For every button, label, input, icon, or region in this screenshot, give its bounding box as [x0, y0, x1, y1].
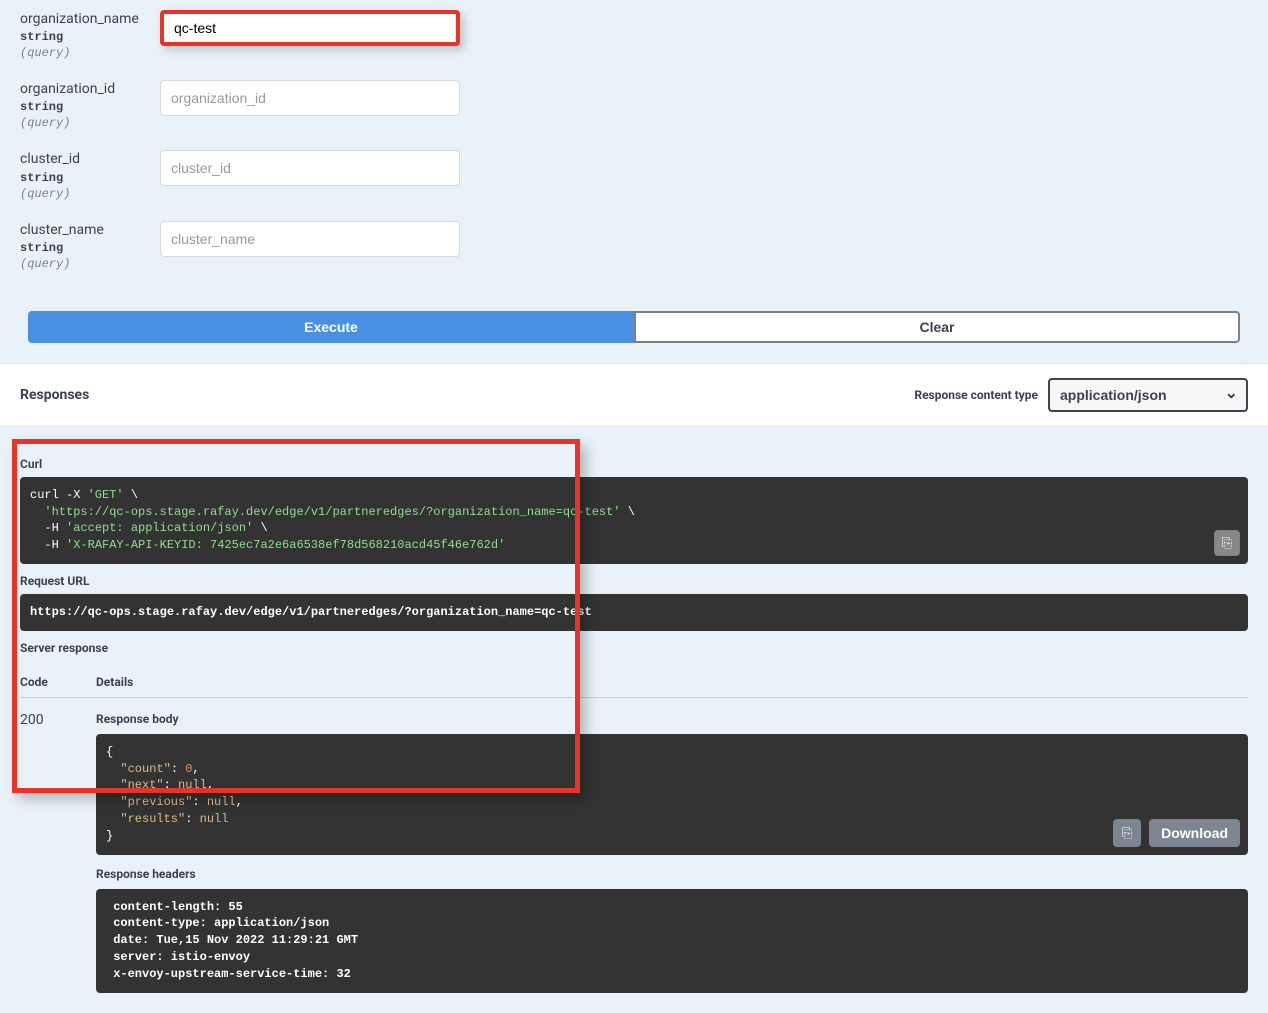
param-in: (query)	[20, 116, 160, 130]
param-label: organization_namestring (query)	[20, 10, 160, 60]
copy-icon[interactable]: ⎘	[1214, 530, 1240, 556]
execute-button[interactable]: Execute	[28, 311, 634, 343]
clear-button[interactable]: Clear	[634, 311, 1240, 343]
responses-header: Responses Response content type applicat…	[0, 363, 1268, 427]
param-name: cluster_name	[20, 221, 160, 239]
content-type-label: Response content type	[914, 388, 1038, 402]
request-url-code: https://qc-ops.stage.rafay.dev/edge/v1/p…	[20, 594, 1248, 631]
curl-label: Curl	[20, 457, 1248, 471]
cluster_name-input[interactable]	[160, 221, 460, 257]
server-response-label: Server response	[20, 641, 1248, 655]
response-details: Response body { "count": 0, "next": null…	[96, 712, 1248, 993]
code-header: Code	[20, 675, 96, 689]
cluster_id-input[interactable]	[160, 150, 460, 186]
request-url-label: Request URL	[20, 574, 1248, 588]
content-type-group: Response content type application/json	[914, 378, 1248, 412]
param-row-cluster_name: cluster_namestring (query)	[20, 221, 1248, 271]
param-label: organization_idstring (query)	[20, 80, 160, 130]
response-headers-code: content-length: 55 content-type: applica…	[96, 889, 1248, 993]
param-label: cluster_idstring (query)	[20, 150, 160, 200]
details-header: Details	[96, 675, 1248, 689]
param-in: (query)	[20, 257, 160, 271]
response-code: 200	[20, 712, 96, 993]
param-type: string	[20, 171, 160, 185]
response-table-header: Code Details	[20, 665, 1248, 698]
param-input-wrap	[160, 221, 460, 257]
param-input-wrap	[160, 10, 460, 46]
param-row-organization_name: organization_namestring (query)	[20, 10, 1248, 60]
param-name: organization_name	[20, 10, 160, 28]
param-name: organization_id	[20, 80, 160, 98]
organization_name-input[interactable]	[160, 10, 460, 46]
param-input-wrap	[160, 150, 460, 186]
organization_id-input[interactable]	[160, 80, 460, 116]
param-type: string	[20, 30, 160, 44]
param-label: cluster_namestring (query)	[20, 221, 160, 271]
curl-code: curl -X 'GET' \ 'https://qc-ops.stage.ra…	[20, 477, 1248, 564]
param-type: string	[20, 241, 160, 255]
response-headers-label: Response headers	[96, 867, 1248, 881]
param-type: string	[20, 100, 160, 114]
response-body-code: { "count": 0, "next": null, "previous": …	[96, 734, 1248, 855]
param-in: (query)	[20, 46, 160, 60]
responses-body: Curl curl -X 'GET' \ 'https://qc-ops.sta…	[0, 427, 1268, 1013]
download-button[interactable]: Download	[1149, 819, 1240, 847]
param-name: cluster_id	[20, 150, 160, 168]
param-input-wrap	[160, 80, 460, 116]
copy-icon[interactable]: ⎘	[1113, 819, 1141, 847]
responses-title: Responses	[20, 387, 89, 403]
param-in: (query)	[20, 187, 160, 201]
response-row: 200 Response body { "count": 0, "next": …	[20, 698, 1248, 993]
parameters-section: organization_namestring(query)organizati…	[0, 0, 1268, 311]
action-buttons: Execute Clear	[0, 311, 1268, 363]
content-type-select[interactable]: application/json	[1048, 378, 1248, 412]
param-row-organization_id: organization_idstring (query)	[20, 80, 1248, 130]
param-row-cluster_id: cluster_idstring (query)	[20, 150, 1248, 200]
response-body-label: Response body	[96, 712, 1248, 726]
